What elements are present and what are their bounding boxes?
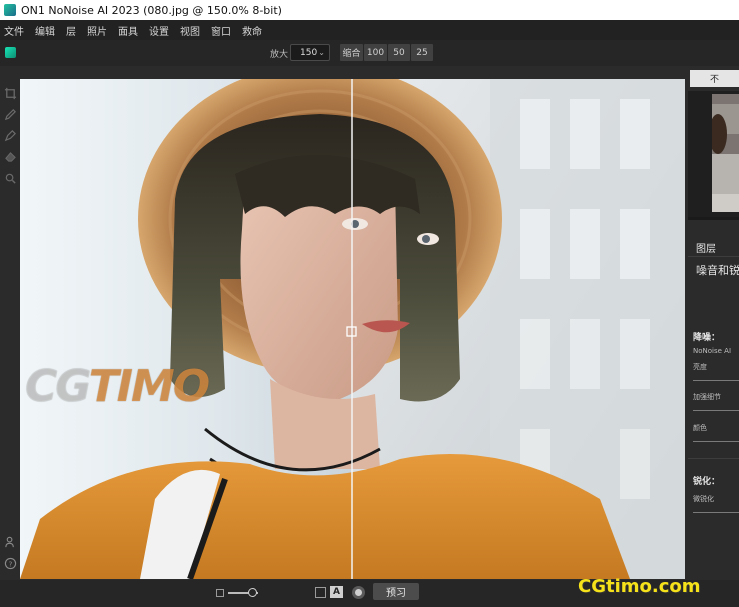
zoom-value: 150	[300, 47, 318, 58]
zoom-select[interactable]: 150 ⌄	[290, 44, 330, 61]
right-panel: 不 图层 噪音和锐 降噪： NoNoise AI 亮度 加强细节 颜色 锐化： …	[688, 66, 739, 607]
color-slider[interactable]	[693, 441, 739, 442]
luminance-label: 亮度	[693, 363, 707, 371]
zoom-25-button[interactable]: 25	[411, 44, 433, 61]
large-thumb-icon[interactable]	[315, 587, 326, 598]
enhance-detail-slider[interactable]	[693, 410, 739, 411]
navigator-thumbnail[interactable]	[712, 94, 739, 212]
mask-view-icon[interactable]	[352, 586, 365, 599]
menu-edit[interactable]: 编辑	[35, 23, 55, 38]
zoom-fit-button[interactable]: 缩合	[340, 44, 363, 61]
brush-tool-icon[interactable]	[3, 107, 17, 121]
menu-view[interactable]: 视图	[180, 23, 200, 38]
section-title: 噪音和锐	[696, 264, 739, 277]
menu-help[interactable]: 救命	[242, 23, 262, 38]
enhance-detail-label: 加强细节	[693, 393, 721, 401]
menu-bar: 文件 编辑 层 照片 面具 设置 视图 窗口 救命	[0, 20, 739, 40]
sharpen-amount-slider[interactable]	[693, 512, 739, 513]
eraser-tool-icon[interactable]	[3, 149, 17, 163]
pen-tool-icon[interactable]	[3, 128, 17, 142]
zoom-tool-icon[interactable]	[3, 171, 17, 185]
help-icon[interactable]: ?	[3, 556, 17, 570]
image-canvas[interactable]: CGTIMO	[20, 79, 685, 579]
panel-separator	[688, 256, 739, 257]
sharpen-amount-label: 微锐化	[693, 495, 714, 503]
chevron-down-icon: ⌄	[318, 48, 325, 57]
panel-separator	[688, 458, 739, 459]
on1-logo-icon	[5, 47, 16, 58]
zoom-50-button[interactable]: 50	[388, 44, 410, 61]
zoom-100-button[interactable]: 100	[364, 44, 387, 61]
window-title: ON1 NoNoise AI 2023 (080.jpg @ 150.0% 8-…	[21, 3, 282, 17]
menu-settings[interactable]: 设置	[149, 23, 169, 38]
watermark-text-right: CGtimo.com	[578, 576, 701, 597]
panel-tab[interactable]: 不	[690, 70, 739, 87]
user-icon[interactable]	[3, 534, 17, 548]
noise-mode-label: NoNoise AI	[693, 347, 732, 355]
preview-size-slider-knob[interactable]	[248, 588, 257, 597]
layers-header[interactable]: 图层	[696, 240, 716, 255]
menu-file[interactable]: 文件	[4, 23, 24, 38]
sharpen-header: 锐化：	[693, 477, 721, 487]
title-bar: ON1 NoNoise AI 2023 (080.jpg @ 150.0% 8-…	[0, 0, 739, 20]
panel-divider	[688, 217, 739, 220]
crop-tool-icon[interactable]	[3, 86, 17, 100]
menu-mask[interactable]: 面具	[118, 23, 138, 38]
preview-button[interactable]: 预习	[373, 583, 419, 600]
svg-text:?: ?	[8, 559, 12, 568]
small-thumb-icon[interactable]	[216, 589, 224, 597]
luminance-slider[interactable]	[693, 380, 739, 381]
left-toolbar: ?	[0, 66, 20, 580]
ab-compare-button[interactable]: A	[330, 586, 343, 598]
watermark-logo-left: CGTIMO	[25, 361, 210, 412]
app-icon	[4, 4, 16, 16]
menu-window[interactable]: 窗口	[211, 23, 231, 38]
portrait-photo	[20, 79, 685, 579]
zoom-label: 放大	[270, 50, 289, 60]
menu-layer[interactable]: 层	[66, 23, 76, 38]
top-toolbar: 放大 150 ⌄ 缩合 100 50 25	[0, 40, 739, 66]
noise-reduction-header: 降噪：	[693, 333, 721, 343]
menu-photo[interactable]: 照片	[87, 23, 107, 38]
color-label: 颜色	[693, 424, 707, 432]
